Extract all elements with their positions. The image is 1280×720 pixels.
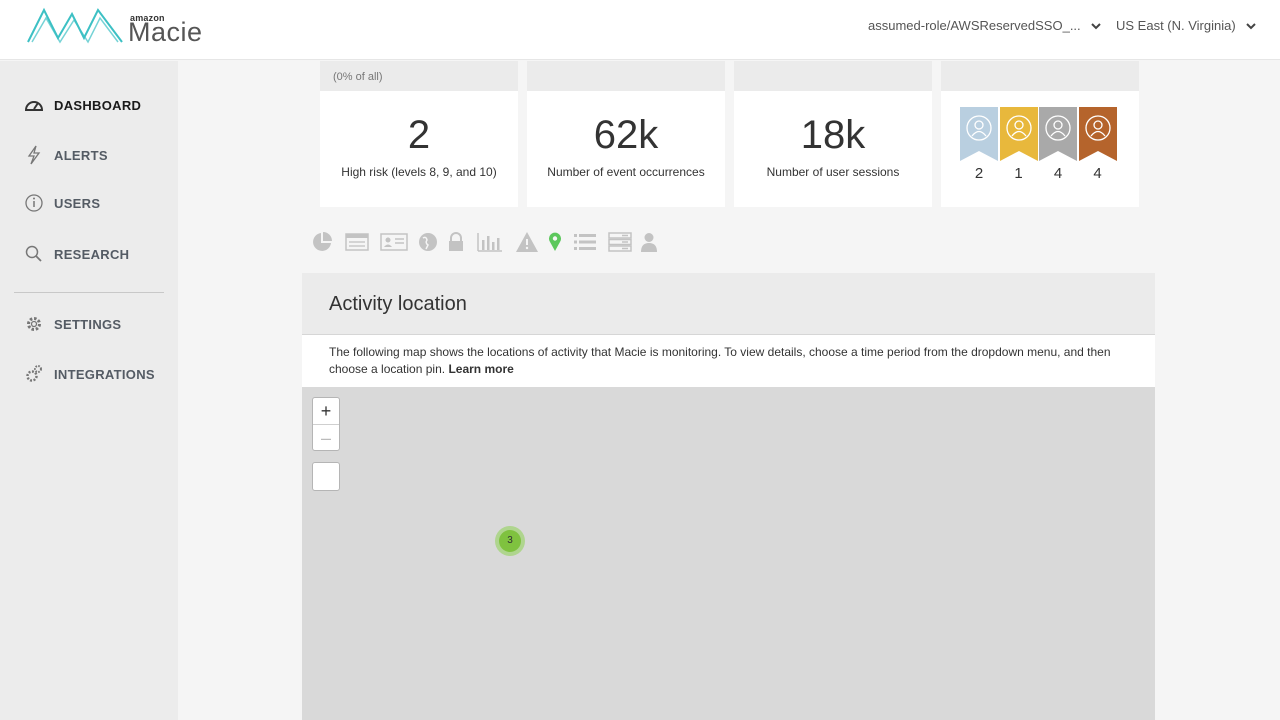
table-list-icon[interactable] [345,230,369,254]
high-risk-card[interactable]: (0% of all) 2 High risk (levels 8, 9, an… [320,61,518,207]
warning-icon[interactable] [515,230,539,254]
sidebar-item-label: RESEARCH [54,246,130,262]
map-layer-toggle[interactable] [312,462,340,491]
zoom-out-button[interactable]: – [313,424,339,450]
learn-more-link[interactable]: Learn more [448,362,513,376]
brand-name: Macie [128,17,203,47]
user-icon[interactable] [640,230,658,254]
panel-title: Activity location [329,293,467,315]
card-value: 62k [593,113,659,157]
badge-count: 1 [1014,165,1023,182]
user-flag-icon [960,107,998,161]
info-circle-icon [24,193,44,213]
top-header: amazon Macie assumed-role/AWSReservedSSO… [0,0,1280,60]
user-badge[interactable]: 1 [999,107,1038,182]
card-caption: (0% of all) [320,61,518,91]
location-cluster-pin[interactable]: 3 [495,526,525,556]
sidebar-item-label: INTEGRATIONS [54,366,155,382]
sidebar-item-label: USERS [54,195,101,211]
location-pin-icon[interactable] [547,230,563,254]
card-caption [941,61,1139,91]
user-badge[interactable]: 4 [1039,107,1077,182]
dashboard-gauge-icon [24,95,44,115]
list-icon[interactable] [573,230,597,254]
activity-map[interactable]: + – 3 [302,387,1155,720]
region-menu[interactable]: US East (N. Virginia) [1116,18,1258,33]
event-occurrences-card[interactable]: 62k Number of event occurrences [527,61,725,207]
chevron-down-icon [1245,22,1256,29]
activity-location-description: The following map shows the locations of… [302,335,1155,387]
sidebar-item-label: DASHBOARD [54,97,142,113]
globe-icon[interactable] [417,230,439,254]
user-flag-icon [999,107,1038,161]
card-label: Number of event occurrences [547,165,705,179]
user-badge[interactable]: 2 [960,107,998,182]
card-value: 18k [800,113,866,157]
user-badges-card[interactable]: 2 1 4 4 [941,61,1139,207]
lightning-icon [24,145,44,165]
badge-count: 4 [1093,165,1102,182]
role-menu[interactable]: assumed-role/AWSReservedSSO_... [868,18,1103,33]
card-label: Number of user sessions [766,165,900,179]
id-card-icon[interactable] [380,230,408,254]
activity-location-header: Activity location [302,273,1155,335]
card-value: 2 [407,113,431,157]
gear-icon [24,314,44,334]
badge-count: 2 [974,165,984,182]
sidebar-item-integrations[interactable]: INTEGRATIONS [24,364,155,384]
chevron-down-icon [1090,22,1101,29]
sidebar-item-label: SETTINGS [54,316,122,332]
user-badges: 2 1 4 4 [960,107,1118,182]
sidebar-divider [14,292,164,293]
pie-chart-icon[interactable] [310,230,334,254]
bar-chart-icon[interactable] [477,230,503,254]
badge-count: 4 [1053,165,1063,182]
zoom-in-button[interactable]: + [313,398,339,424]
sidebar-item-research[interactable]: RESEARCH [24,244,129,264]
sidebar-item-dashboard[interactable]: DASHBOARD [24,95,141,115]
user-flag-icon [1078,107,1117,161]
card-caption [734,61,932,91]
card-label: High risk (levels 8, 9, and 10) [341,165,497,179]
sidebar-item-label: ALERTS [54,147,108,163]
sidebar-item-alerts[interactable]: ALERTS [24,145,108,165]
dashboard-view-toolbar [310,230,658,254]
lock-icon[interactable] [447,230,465,254]
macie-logo[interactable]: amazon Macie [26,6,216,52]
sidebar-item-settings[interactable]: SETTINGS [24,314,121,334]
card-caption [527,61,725,91]
sidebar: DASHBOARD ALERTS USERS RESEARCH SETTINGS… [0,61,178,720]
cluster-count: 3 [499,530,521,552]
macie-logo-mark [27,7,123,44]
zoom-control: + – [312,397,340,451]
user-badge[interactable]: 4 [1078,107,1117,182]
search-icon [24,244,44,264]
region-menu-label: US East (N. Virginia) [1116,18,1236,33]
role-menu-label: assumed-role/AWSReservedSSO_... [868,18,1081,33]
description-text: The following map shows the locations of… [329,345,1111,376]
server-icon[interactable] [608,230,632,254]
sidebar-item-users[interactable]: USERS [24,193,100,213]
gears-icon [24,364,44,384]
user-sessions-card[interactable]: 18k Number of user sessions [734,61,932,207]
user-flag-icon [1039,107,1077,161]
